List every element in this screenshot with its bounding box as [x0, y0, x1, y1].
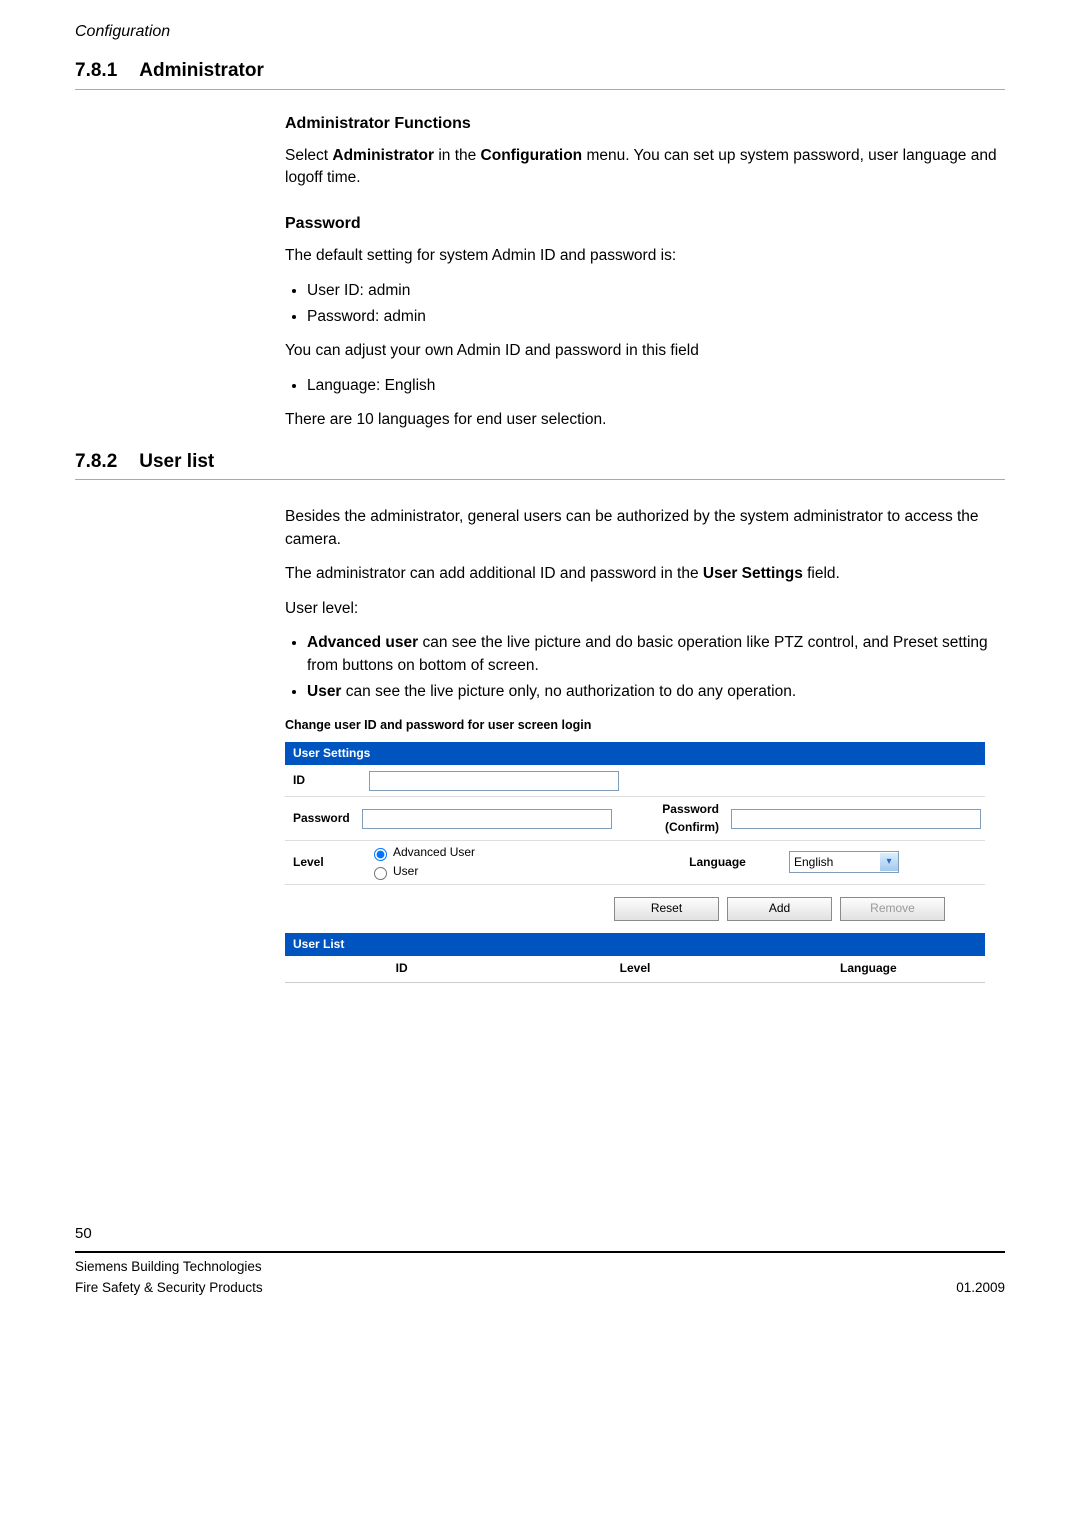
section-title: User list: [139, 448, 214, 476]
col-level: Level: [518, 960, 751, 977]
list-item: Advanced user can see the live picture a…: [307, 632, 1005, 677]
text: can see the live picture only, no author…: [341, 683, 796, 700]
admin-intro-paragraph: Select Administrator in the Configuratio…: [285, 145, 1005, 190]
text: The administrator can add additional ID …: [285, 565, 703, 582]
id-cell: [365, 768, 650, 794]
footer-line2-row: Fire Safety & Security Products 01.2009: [75, 1278, 1005, 1298]
section-rule: [75, 89, 1005, 90]
bold-advanced-user: Advanced user: [307, 634, 418, 651]
user-level-list: Advanced user can see the live picture a…: [285, 632, 1005, 703]
radio-text: Advanced User: [393, 844, 475, 861]
form-caption: Change user ID and password for user scr…: [285, 716, 1005, 734]
list-item: Password: admin: [307, 306, 1005, 328]
radio-advanced-user-label[interactable]: Advanced User: [369, 844, 475, 861]
userlist-intro: Besides the administrator, general users…: [285, 506, 1005, 551]
bold-administrator: Administrator: [332, 147, 434, 164]
add-button[interactable]: Add: [727, 897, 832, 921]
footer-line1: Siemens Building Technologies: [75, 1257, 1005, 1277]
spacer: [785, 778, 985, 784]
chevron-down-icon: ▾: [880, 853, 898, 871]
language-value: English: [794, 854, 833, 871]
admin-body: Administrator Functions Select Administr…: [285, 112, 1005, 432]
col-id: ID: [285, 960, 518, 977]
level-row: Level Advanced User User Language Englis…: [285, 841, 985, 885]
id-row: ID: [285, 765, 985, 797]
level-cell: Advanced User User: [365, 841, 650, 884]
radio-text: User: [393, 863, 418, 880]
userlist-body: Besides the administrator, general users…: [285, 506, 1005, 982]
language-cell: English ▾: [785, 848, 985, 876]
reset-button[interactable]: Reset: [614, 897, 719, 921]
footer: Siemens Building Technologies Fire Safet…: [75, 1257, 1005, 1298]
default-password-text: The default setting for system Admin ID …: [285, 245, 1005, 267]
language-count-text: There are 10 languages for end user sele…: [285, 409, 1005, 431]
bold-user: User: [307, 683, 341, 700]
language-select[interactable]: English ▾: [789, 851, 899, 873]
id-label: ID: [285, 768, 365, 793]
col-language: Language: [752, 960, 985, 977]
radio-user-label[interactable]: User: [369, 863, 475, 880]
footer-date: 01.2009: [956, 1278, 1005, 1298]
button-row: Reset Add Remove: [285, 885, 985, 933]
level-label: Level: [285, 850, 365, 875]
user-settings-title: User Settings: [285, 742, 985, 765]
footer-line2: Fire Safety & Security Products: [75, 1278, 263, 1298]
password-confirm-label: Password (Confirm): [616, 797, 727, 840]
password-confirm-input[interactable]: [731, 809, 981, 829]
section-number: 7.8.2: [75, 448, 117, 476]
spacer: [650, 777, 785, 785]
bold-configuration: Configuration: [481, 147, 583, 164]
password-heading: Password: [285, 212, 1005, 235]
page-number: 50: [75, 1223, 1005, 1245]
user-list-title: User List: [285, 933, 985, 956]
bold-user-settings: User Settings: [703, 565, 803, 582]
footer-rule: [75, 1251, 1005, 1253]
list-item: Language: English: [307, 375, 1005, 397]
level-radio-group: Advanced User User: [369, 844, 475, 881]
adjust-id-text: You can adjust your own Admin ID and pas…: [285, 340, 1005, 362]
list-item: User can see the live picture only, no a…: [307, 681, 1005, 703]
password-confirm-cell: [727, 806, 985, 832]
radio-user[interactable]: [374, 867, 387, 880]
language-list: Language: English: [285, 375, 1005, 397]
section-number: 7.8.1: [75, 57, 117, 85]
text: Select: [285, 147, 332, 164]
user-list-header: ID Level Language: [285, 956, 985, 982]
list-item: User ID: admin: [307, 280, 1005, 302]
password-label: Password: [285, 806, 358, 831]
admin-functions-heading: Administrator Functions: [285, 112, 1005, 135]
remove-button[interactable]: Remove: [840, 897, 945, 921]
chapter-header: Configuration: [75, 20, 1005, 43]
id-input[interactable]: [369, 771, 619, 791]
section-7-8-1: 7.8.1 Administrator: [75, 57, 1005, 85]
password-cell: [358, 806, 616, 832]
text: field.: [803, 565, 840, 582]
password-input[interactable]: [362, 809, 612, 829]
text: in the: [434, 147, 481, 164]
section-7-8-2: 7.8.2 User list: [75, 448, 1005, 476]
user-settings-panel: User Settings ID Password Password (Conf…: [285, 742, 985, 983]
userlist-add-id: The administrator can add additional ID …: [285, 563, 1005, 585]
language-label: Language: [650, 850, 785, 875]
section-title: Administrator: [139, 57, 264, 85]
radio-advanced-user[interactable]: [374, 848, 387, 861]
user-level-label: User level:: [285, 598, 1005, 620]
section-rule: [75, 479, 1005, 480]
password-row: Password Password (Confirm): [285, 797, 985, 841]
admin-credentials-list: User ID: admin Password: admin: [285, 280, 1005, 329]
